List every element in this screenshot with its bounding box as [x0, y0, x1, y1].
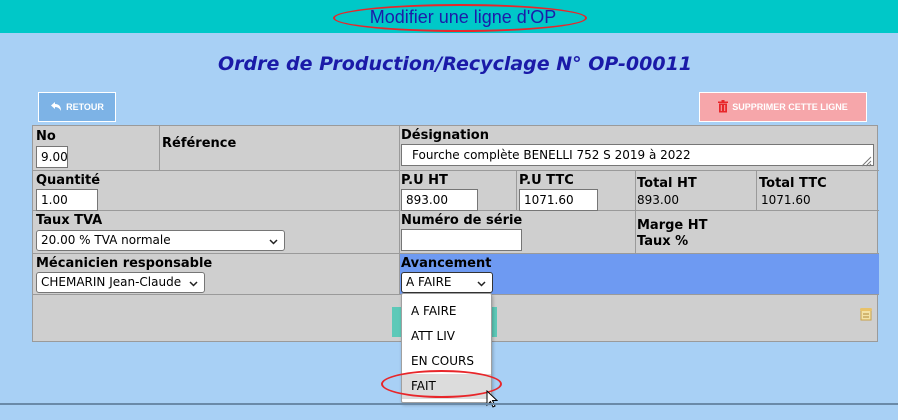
avancement-value: A FAIRE [406, 275, 452, 289]
taux-pct-label: Taux % [637, 234, 689, 249]
option-a-faire[interactable]: A FAIRE [402, 299, 491, 324]
total-ttc-value: 1071.60 [761, 193, 811, 207]
total-ttc-label: Total TTC [759, 176, 827, 191]
no-cell: No 9.00 [33, 126, 160, 171]
pu-ht-label: P.U HT [401, 173, 448, 188]
quantite-cell: Quantité 1.00 [33, 171, 400, 211]
total-ht-value: 893.00 [637, 193, 679, 207]
chevron-down-icon [269, 235, 278, 250]
chevron-down-icon [189, 277, 198, 292]
undo-arrow-icon [50, 101, 62, 114]
designation-textarea[interactable]: Fourche complète BENELLI 752 S 2019 à 20… [401, 144, 874, 166]
delete-button-label: SUPPRIMER CETTE LIGNE [732, 102, 848, 112]
option-att-liv[interactable]: ATT LIV [402, 324, 491, 349]
trash-icon [718, 99, 729, 115]
numero-serie-cell: Numéro de série [400, 211, 636, 254]
mecanicien-cell: Mécanicien responsable CHEMARIN Jean-Cla… [33, 254, 400, 295]
designation-cell: Désignation Fourche complète BENELLI 752… [400, 126, 879, 171]
avancement-select[interactable]: A FAIRE [401, 272, 493, 293]
total-ttc-cell: Total TTC 1071.60 [757, 171, 879, 211]
taux-tva-cell: Taux TVA 20.00 % TVA normale [33, 211, 400, 254]
back-button-label: RETOUR [66, 102, 104, 112]
avancement-label: Avancement [401, 256, 492, 271]
designation-label: Désignation [401, 128, 489, 143]
delete-line-button[interactable]: SUPPRIMER CETTE LIGNE [699, 92, 867, 122]
window-title: Modifier une ligne d'OP [369, 7, 557, 27]
resize-grip-icon[interactable] [860, 154, 872, 172]
scroll-document-icon[interactable] [860, 307, 873, 326]
total-ht-cell: Total HT 893.00 [636, 171, 757, 211]
mouse-cursor-icon [486, 389, 499, 413]
total-ht-label: Total HT [637, 176, 697, 191]
reference-cell: Référence [160, 126, 400, 171]
pu-ttc-input[interactable]: 1071.60 [519, 189, 598, 211]
pu-ht-cell: P.U HT 893.00 [400, 171, 517, 211]
option-fait[interactable]: FAIT [402, 374, 491, 399]
marge-ht-label: Marge HT [637, 218, 708, 233]
quantite-input[interactable]: 1.00 [36, 189, 98, 211]
mecanicien-select[interactable]: CHEMARIN Jean-Claude [36, 272, 205, 293]
top-bar: Modifier une ligne d'OP [0, 0, 898, 33]
taux-tva-label: Taux TVA [36, 213, 103, 228]
chevron-down-icon [477, 277, 486, 292]
avancement-cell: Avancement A FAIRE [400, 254, 879, 295]
marge-cell: Marge HT Taux % [636, 211, 879, 254]
pu-ht-input[interactable]: 893.00 [401, 189, 478, 211]
no-label: No [36, 129, 56, 144]
reference-label: Référence [162, 136, 237, 151]
numero-serie-label: Numéro de série [401, 213, 523, 228]
option-en-cours[interactable]: EN COURS [402, 349, 491, 374]
taux-tva-select[interactable]: 20.00 % TVA normale [36, 230, 285, 251]
mecanicien-label: Mécanicien responsable [36, 256, 213, 271]
pu-ttc-cell: P.U TTC 1071.60 [517, 171, 636, 211]
avancement-dropdown-list: A FAIRE ATT LIV EN COURS FAIT [401, 293, 492, 403]
numero-serie-input[interactable] [401, 229, 522, 251]
mecanicien-value: CHEMARIN Jean-Claude [41, 275, 182, 289]
back-button[interactable]: RETOUR [38, 92, 116, 122]
bottom-divider [0, 403, 898, 405]
taux-tva-value: 20.00 % TVA normale [41, 233, 171, 247]
page-heading: Ordre de Production/Recyclage N° OP-0001… [217, 53, 693, 75]
quantite-label: Quantité [36, 173, 101, 188]
pu-ttc-label: P.U TTC [519, 173, 574, 188]
no-input[interactable]: 9.00 [36, 146, 68, 168]
